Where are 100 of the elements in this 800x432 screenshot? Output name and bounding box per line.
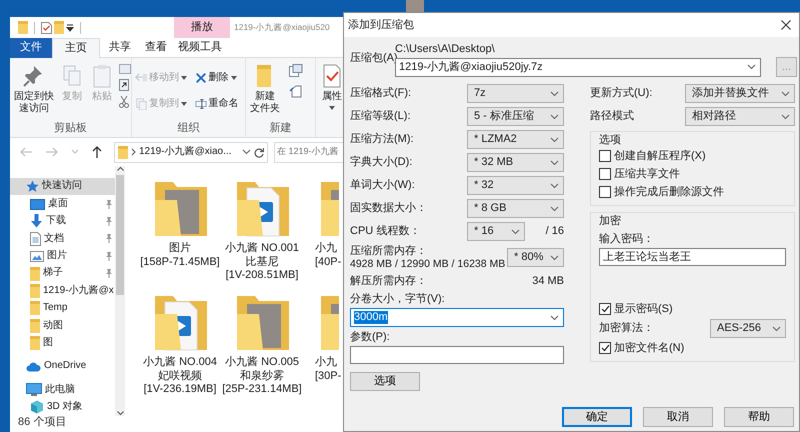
- file-item[interactable]: 小九酱 NO.005 和泉纱雾 [25P-231.14MB]: [221, 292, 303, 406]
- dropdown[interactable]: 1219-小九酱@xiaojiu520jy.7z: [395, 58, 761, 76]
- checkbox[interactable]: [599, 150, 611, 162]
- checkbox-label[interactable]: 压缩共享文件: [614, 168, 680, 180]
- dropdown[interactable]: 3000m: [350, 308, 564, 327]
- field-label: 压缩格式(F):: [350, 87, 412, 100]
- navigation-item[interactable]: 1219-小九酱@x: [10, 282, 115, 300]
- navigation-item[interactable]: 下载: [10, 212, 115, 230]
- navigation-item[interactable]: 此电脑: [10, 381, 115, 399]
- password-field[interactable]: 上老王论坛当老王: [599, 248, 786, 266]
- ribbon-button[interactable]: 新建 文件夹: [249, 64, 281, 122]
- dropdown-icon[interactable]: [66, 24, 74, 32]
- chevron-icon: [242, 149, 251, 155]
- ribbon-tab[interactable]: 主页: [52, 38, 100, 59]
- file-item[interactable]: 图片 [158P-71.45MB]: [139, 178, 221, 292]
- ribbon-button[interactable]: 属性: [319, 64, 343, 137]
- scissors-icon[interactable]: [119, 96, 129, 108]
- field-value: 4928 MB / 12990 MB / 16238 MB: [350, 258, 506, 270]
- dialog-button[interactable]: 取消: [643, 407, 713, 427]
- checkbox[interactable]: [599, 186, 611, 198]
- dropdown[interactable]: * 8 GB: [467, 199, 564, 218]
- dropdown[interactable]: * 32: [467, 176, 564, 195]
- cube-icon: [30, 400, 44, 414]
- chevron-icon: [511, 228, 520, 234]
- navigation-item[interactable]: 桌面: [10, 195, 115, 213]
- file-item[interactable]: 小九酱 NO.001 比基尼 [1V-208.51MB]: [221, 178, 303, 292]
- folder-icon: [30, 336, 40, 350]
- navigation-item[interactable]: 梯子: [10, 264, 115, 282]
- field-label: 加密算法：: [599, 322, 655, 335]
- folder-icon: [30, 301, 40, 316]
- dropdown[interactable]: * LZMA2: [467, 130, 564, 149]
- ribbon-button[interactable]: 删除: [194, 68, 242, 88]
- ribbon-tab[interactable]: 共享: [100, 38, 140, 58]
- checkbox-label[interactable]: 操作完成后删除源文件: [614, 186, 724, 198]
- navigation-item[interactable]: 3D 对象: [10, 398, 115, 416]
- cloud-icon: [26, 362, 41, 372]
- folder-icon: [118, 146, 128, 158]
- dropdown[interactable]: AES-256: [710, 319, 786, 338]
- dropdown[interactable]: * 80%: [507, 248, 564, 267]
- navigation-item[interactable]: 快速访问: [10, 178, 115, 196]
- dropdown[interactable]: 相对路径: [685, 107, 795, 126]
- up-icon[interactable]: [91, 146, 103, 158]
- path-text: C:\Users\A\Desktop\: [395, 43, 496, 55]
- navigation-item[interactable]: 图: [10, 334, 115, 352]
- new-item-icon[interactable]: [289, 64, 303, 77]
- dropdown[interactable]: * 32 MB: [467, 153, 564, 172]
- navigation-item[interactable]: 动图: [10, 317, 115, 335]
- checklist-icon[interactable]: [41, 22, 52, 34]
- document-icon: [30, 232, 41, 246]
- address-bar[interactable]: 1219-小九酱@xiao...: [114, 142, 268, 162]
- checkbox[interactable]: [599, 168, 611, 180]
- field-value: 34 MB: [532, 275, 564, 288]
- computer-icon: [26, 382, 42, 397]
- field-label: CPU 线程数：: [350, 225, 422, 238]
- navigation-item[interactable]: Temp: [10, 300, 115, 318]
- field-label: 更新方式(U):: [590, 87, 654, 100]
- desktop-icon: [30, 198, 45, 210]
- folder-icon: [30, 284, 40, 298]
- checkbox[interactable]: [599, 303, 611, 315]
- ribbon-tab[interactable]: 查看: [140, 38, 172, 58]
- checkbox[interactable]: [599, 342, 611, 354]
- field-label: 单词大小(W):: [350, 179, 416, 192]
- chevron-icon: [550, 114, 559, 120]
- checkbox-label[interactable]: 创建自解压程序(X): [614, 150, 706, 162]
- close-icon[interactable]: [781, 20, 791, 30]
- easy-access-icon[interactable]: [289, 85, 303, 98]
- copy-icon: [135, 98, 147, 110]
- scrollbar[interactable]: [115, 166, 125, 416]
- checkbox-label[interactable]: 加密文件名(N): [614, 342, 684, 354]
- navigation-item[interactable]: 图片: [10, 248, 115, 265]
- navigation-item[interactable]: OneDrive: [10, 358, 115, 376]
- paste-shortcut-icon[interactable]: [119, 79, 129, 91]
- chevron-icon: [550, 136, 559, 142]
- chevron-icon: [772, 326, 781, 332]
- chevron-icon: [550, 160, 559, 166]
- group-label: 剪贴板: [53, 122, 88, 136]
- refresh-icon[interactable]: [254, 146, 264, 158]
- group-title: 选项: [599, 134, 622, 147]
- dropdown[interactable]: 7z: [467, 84, 564, 103]
- chevron-icon: [550, 90, 559, 96]
- status-text: 86 个项目: [17, 416, 68, 430]
- dropdown[interactable]: 添加并替换文件: [685, 84, 795, 103]
- ribbon-button[interactable]: 固定到快 速访问: [13, 64, 55, 122]
- dialog-button[interactable]: 确定: [562, 407, 632, 427]
- scroll-up-icon: [116, 166, 124, 171]
- chevron-icon: [550, 254, 559, 260]
- file-item[interactable]: 小九酱 NO.004 妃咲视频 [1V-236.19MB]: [139, 292, 221, 406]
- ribbon-tab[interactable]: 视频工具: [172, 38, 228, 58]
- options-button[interactable]: 选项: [350, 372, 420, 391]
- dropdown[interactable]: 5 - 标准压缩: [467, 107, 564, 126]
- folder-icon: [30, 318, 40, 333]
- input-field[interactable]: [350, 346, 564, 364]
- ribbon-button[interactable]: 重命名: [194, 94, 242, 114]
- dialog-button[interactable]: 帮助: [724, 407, 794, 427]
- pictures-icon: [30, 250, 44, 262]
- field-label: 参数(P):: [350, 331, 391, 344]
- checkbox-label[interactable]: 显示密码(S): [614, 302, 673, 316]
- dropdown[interactable]: * 16: [467, 222, 525, 241]
- navigation-item[interactable]: 文档: [10, 230, 115, 248]
- file-menu-tab[interactable]: 文件: [10, 38, 52, 58]
